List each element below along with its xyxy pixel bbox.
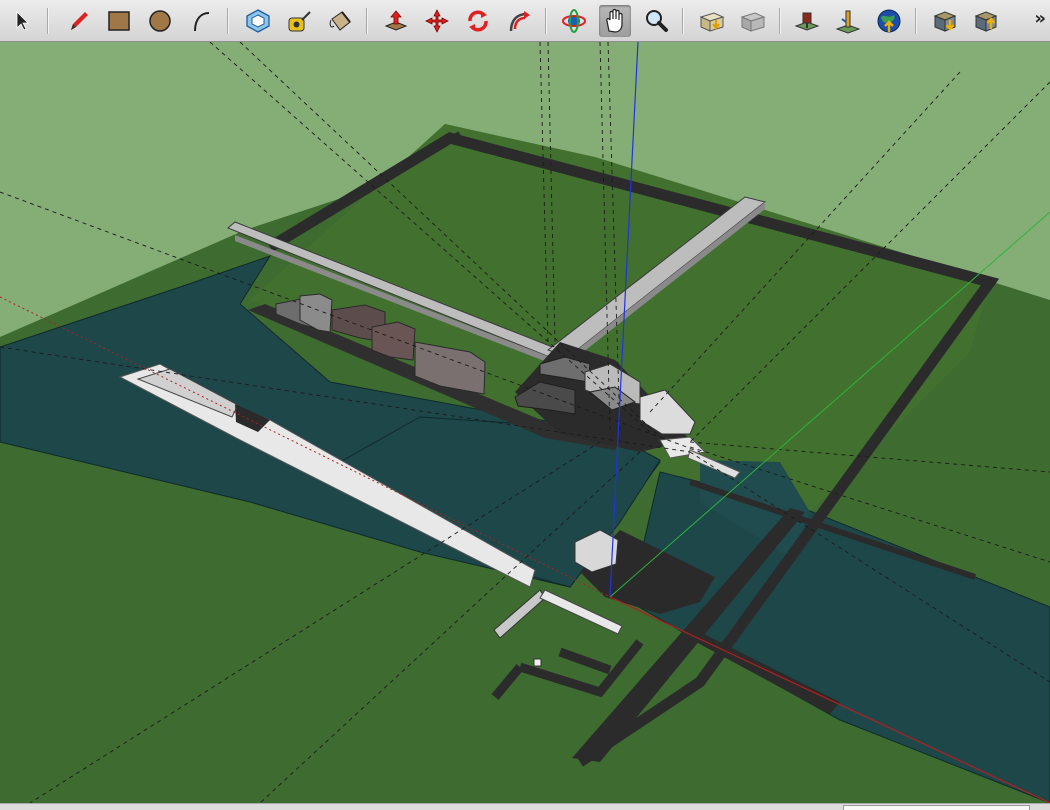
pencil-icon (71, 12, 88, 30)
share-component-tool-button[interactable] (970, 5, 1002, 37)
toolbar-separator (227, 8, 229, 34)
share-model-tool-button[interactable] (737, 5, 769, 37)
get-models-icon (699, 12, 725, 32)
rectangle-tool-button[interactable] (103, 5, 135, 37)
toolbar-separator (366, 8, 368, 34)
tape-measure-tool-button[interactable] (283, 5, 315, 37)
get-components-icon (933, 11, 957, 32)
add-location-tool-button[interactable] (791, 5, 823, 37)
push-pull-icon (384, 10, 408, 31)
select-tool-button[interactable] (6, 5, 38, 37)
tape-measure-icon (288, 11, 311, 32)
rotate-icon (468, 10, 488, 32)
toggle-terrain-icon (835, 10, 861, 34)
get-components-tool-button[interactable] (929, 5, 961, 37)
share-model-icon (740, 12, 766, 32)
measurements-box[interactable] (843, 805, 1030, 810)
magnifier-icon (646, 10, 668, 32)
rectangle-icon (108, 11, 130, 31)
toolbar-separator (915, 8, 917, 34)
zoom-tool-button[interactable] (640, 5, 672, 37)
follow-me-tool-button[interactable] (503, 5, 535, 37)
orbit-tool-button[interactable] (558, 5, 590, 37)
share-component-icon (974, 11, 998, 32)
arrow-cursor-icon (16, 11, 29, 31)
paint-bucket-icon (329, 11, 351, 31)
add-location-icon (794, 12, 820, 31)
toolbar-overflow-button[interactable]: » (1034, 8, 1046, 29)
move-tool-button[interactable] (421, 5, 453, 37)
toolbar-separator (779, 8, 781, 34)
component-icon (246, 9, 270, 33)
arc-tool-button[interactable] (185, 5, 217, 37)
circle-tool-button[interactable] (144, 5, 176, 37)
toolbar-separator (47, 8, 49, 34)
follow-me-icon (509, 11, 530, 32)
arc-icon (194, 12, 210, 32)
small-kiosk (533, 658, 542, 667)
hand-icon (606, 8, 623, 33)
toolbar-separator (545, 8, 547, 34)
pan-tool-button[interactable] (599, 5, 631, 37)
model-viewport[interactable] (0, 42, 1050, 803)
google-earth-icon (877, 9, 901, 33)
preview-in-google-earth-tool-button[interactable] (873, 5, 905, 37)
toolbar-separator (682, 8, 684, 34)
main-toolbar: » (0, 0, 1050, 42)
move-icon (425, 9, 449, 33)
orbit-icon (562, 9, 586, 33)
rotate-tool-button[interactable] (462, 5, 494, 37)
circle-icon (149, 10, 171, 32)
line-tool-button[interactable] (62, 5, 94, 37)
toggle-terrain-tool-button[interactable] (832, 5, 864, 37)
make-component-tool-button[interactable] (242, 5, 274, 37)
paint-bucket-tool-button[interactable] (324, 5, 356, 37)
push-pull-tool-button[interactable] (380, 5, 412, 37)
get-models-tool-button[interactable] (696, 5, 728, 37)
